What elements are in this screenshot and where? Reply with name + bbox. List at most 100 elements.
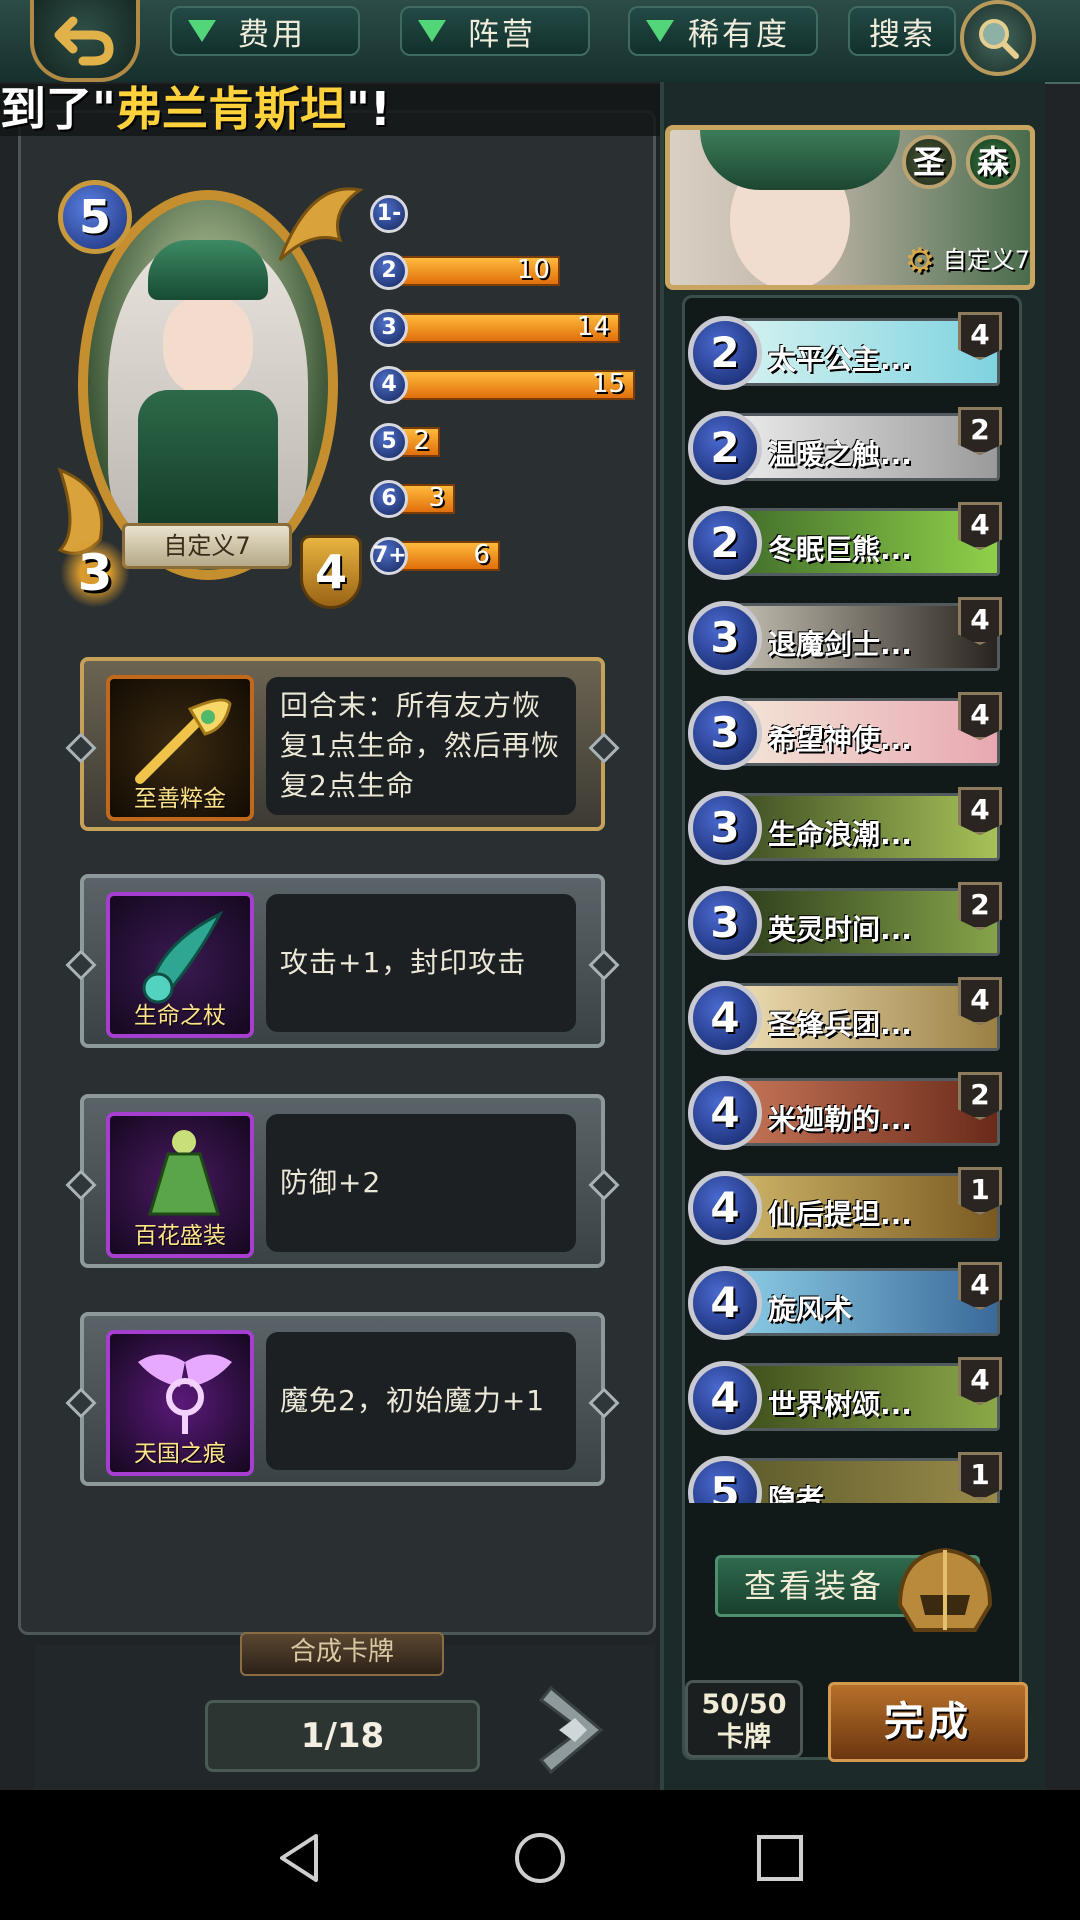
- deck-card-name: 退魔剑士...: [768, 628, 912, 661]
- nav-recents-icon[interactable]: [750, 1828, 810, 1888]
- equipment-description: 攻击+1，封印攻击: [266, 894, 576, 1032]
- search-icon: [979, 19, 1019, 59]
- back-arrow-icon: [54, 16, 114, 66]
- deck-card-cost: 3: [688, 601, 762, 675]
- deck-card-row[interactable]: 3 希望神使... 4: [688, 692, 1008, 772]
- deck-card-name: 米迦勒的...: [768, 1103, 912, 1136]
- ornament-wing-icon: [278, 187, 364, 262]
- filter-rarity-label: 稀有度: [688, 16, 790, 53]
- hero-name-row: ⚙ 自定义7: [800, 240, 1030, 281]
- equipment-row[interactable]: 生命之杖 攻击+1，封印攻击: [65, 874, 620, 1048]
- dropdown-triangle-icon: [646, 20, 674, 42]
- mana-curve-row: 1-: [370, 195, 630, 233]
- deck-card-cost: 4: [688, 1171, 762, 1245]
- done-button[interactable]: 完成: [828, 1682, 1028, 1762]
- equipment-icon[interactable]: 天国之痕: [106, 1330, 254, 1476]
- mana-curve-cost-badge: 5: [370, 423, 408, 461]
- mana-curve-cost-badge: 1-: [370, 195, 408, 233]
- merge-cards-tab[interactable]: 合成卡牌: [240, 1632, 444, 1676]
- mana-curve-value: 6: [473, 540, 490, 570]
- flower-dress-icon: [147, 1130, 221, 1216]
- portrait-armor: [138, 390, 278, 540]
- equipment-name: 生命之杖: [134, 1003, 226, 1029]
- search-label[interactable]: 搜索: [848, 6, 956, 56]
- golden-scepter-icon: [135, 698, 232, 784]
- equipment-row[interactable]: 至善粹金 回合末：所有友方恢复1点生命，然后再恢复2点生命: [65, 657, 620, 831]
- mana-curve-cost-badge: 2: [370, 252, 408, 290]
- equipment-icon[interactable]: 生命之杖: [106, 892, 254, 1038]
- deck-card-row[interactable]: 2 太平公主... 4: [688, 312, 1008, 392]
- deck-card-row[interactable]: 4 仙后提坦... 1: [688, 1167, 1008, 1247]
- equipment-icon[interactable]: 至善粹金: [106, 675, 254, 821]
- deck-card-row[interactable]: 5 隐者 1: [688, 1452, 1008, 1503]
- filter-cost-button[interactable]: 费用: [170, 6, 360, 56]
- search-button[interactable]: [960, 0, 1036, 76]
- deck-card-row[interactable]: 3 生命浪潮... 4: [688, 787, 1008, 867]
- deck-card-row[interactable]: 4 世界树颂... 4: [688, 1357, 1008, 1437]
- deck-count-value: 50/50: [701, 1689, 787, 1720]
- deck-card-cost: 4: [688, 1266, 762, 1340]
- deck-card-name: 圣锋兵团...: [768, 1008, 912, 1041]
- deck-card-cost: 3: [688, 696, 762, 770]
- filter-faction-label: 阵营: [468, 16, 536, 53]
- deck-card-name: 生命浪潮...: [768, 818, 912, 851]
- filter-rarity-button[interactable]: 稀有度: [628, 6, 818, 56]
- mana-curve-cost-badge: 6: [370, 480, 408, 518]
- deck-scroll[interactable]: 2 太平公主... 4 2 温暖之触... 2 2 冬眠巨熊... 4 3 退魔剑士... 4 3 希望神…: [685, 298, 1015, 1503]
- gear-icon[interactable]: ⚙: [905, 241, 935, 281]
- deck-count-label: 卡牌: [717, 1722, 771, 1753]
- mana-curve-cost-badge: 7+: [370, 537, 408, 575]
- deck-card-row[interactable]: 4 圣锋兵团... 4: [688, 977, 1008, 1057]
- deck-card-row[interactable]: 4 米迦勒的... 2: [688, 1072, 1008, 1152]
- deck-card-row[interactable]: 2 冬眠巨熊... 4: [688, 502, 1008, 582]
- mana-curve-row: 14 3: [370, 309, 630, 347]
- card-attack: 3: [60, 538, 130, 608]
- mana-curve-row: 10 2: [370, 252, 630, 290]
- equipment-description: 回合末：所有友方恢复1点生命，然后再恢复2点生命: [266, 677, 576, 815]
- card-name-plate: 自定义7: [122, 523, 292, 569]
- nav-back-icon[interactable]: [270, 1828, 330, 1888]
- deck-card-cost: 2: [688, 411, 762, 485]
- deck-card-cost: 3: [688, 791, 762, 865]
- winged-sigil-icon: [138, 1354, 232, 1434]
- hero-helm: [700, 130, 900, 190]
- notice-prefix: 到了": [0, 82, 116, 136]
- filter-faction-button[interactable]: 阵营: [400, 6, 590, 56]
- horn-staff-icon: [142, 910, 224, 1004]
- equipment-description: 防御+2: [266, 1114, 576, 1252]
- deck-card-row[interactable]: 3 英灵时间... 2: [688, 882, 1008, 962]
- dropdown-triangle-icon: [188, 20, 216, 42]
- deck-card-row[interactable]: 2 温暖之触... 2: [688, 407, 1008, 487]
- faction-forest-badge: 森: [966, 135, 1020, 189]
- mana-curve-chart: 1- 10 2 14 3 15 4 2 5 3 6 6 7+: [370, 195, 635, 595]
- deck-card-name: 温暖之触...: [768, 438, 912, 471]
- deck-card-cost: 4: [688, 981, 762, 1055]
- notice-suffix: "!: [345, 82, 391, 136]
- deck-card-cost: 4: [688, 1361, 762, 1435]
- deck-card-row[interactable]: 4 旋风术 4: [688, 1262, 1008, 1342]
- deck-card-cost: 2: [688, 316, 762, 390]
- card-cost-gem: 5: [58, 180, 132, 254]
- equipment-row[interactable]: 百花盛装 防御+2: [65, 1094, 620, 1268]
- nav-home-icon[interactable]: [510, 1828, 570, 1888]
- mana-curve-value: 15: [591, 369, 625, 399]
- equipment-name: 天国之痕: [134, 1441, 226, 1467]
- mana-curve-row: 15 4: [370, 366, 635, 404]
- back-button[interactable]: [30, 0, 140, 82]
- notification-banner: 到了"弗兰肯斯坦"!: [0, 82, 660, 136]
- page-indicator: 1/18: [205, 1700, 480, 1772]
- notice-highlight: 弗兰肯斯坦: [115, 82, 346, 136]
- deck-card-name: 世界树颂...: [768, 1388, 912, 1421]
- equipment-name: 至善粹金: [134, 786, 226, 812]
- faction-holy-badge: 圣: [902, 135, 956, 189]
- equipment-description: 魔免2，初始魔力+1: [266, 1332, 576, 1470]
- deck-card-cost: 4: [688, 1076, 762, 1150]
- deck-card-name: 仙后提坦...: [768, 1198, 912, 1231]
- deck-card-name: 旋风术: [768, 1293, 853, 1326]
- deck-card-cost: 3: [688, 886, 762, 960]
- deck-card-row[interactable]: 3 退魔剑士... 4: [688, 597, 1008, 677]
- mana-curve-cost-badge: 3: [370, 309, 408, 347]
- equipment-icon[interactable]: 百花盛装: [106, 1112, 254, 1258]
- equipment-row[interactable]: 天国之痕 魔免2，初始魔力+1: [65, 1312, 620, 1486]
- next-page-arrow-icon[interactable]: [525, 1680, 615, 1780]
